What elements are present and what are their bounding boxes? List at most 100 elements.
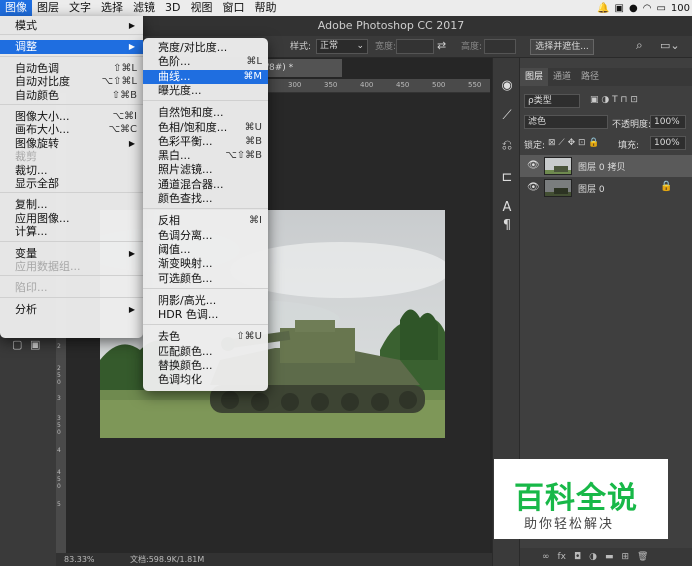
adjust-menu-item[interactable]: 色相/饱和度... ⌘U: [143, 121, 268, 135]
character-icon[interactable]: A: [499, 200, 515, 216]
layer-kind-filter[interactable]: ρ类型: [524, 94, 580, 108]
adjust-menu-item[interactable]: 色阶... ⌘L: [143, 55, 268, 69]
adjust-menu-item[interactable]: 匹配颜色...: [143, 345, 268, 359]
image-menu-item[interactable]: 计算...: [0, 225, 143, 239]
layer-style-icon[interactable]: fx: [558, 552, 567, 562]
menu-3d[interactable]: 3D: [160, 0, 185, 16]
ruler-tick: 5: [57, 501, 61, 508]
height-input[interactable]: [484, 39, 516, 54]
menu-view[interactable]: 视图: [185, 0, 217, 16]
adjust-menu-item[interactable]: 曝光度...: [143, 84, 268, 98]
adjust-menu-item[interactable]: 渐变映射...: [143, 257, 268, 271]
zoom-level[interactable]: 83.33%: [64, 553, 95, 566]
airplay-icon[interactable]: ▭: [656, 3, 665, 14]
eye-icon[interactable]: 👁: [527, 160, 540, 171]
menu-select[interactable]: 选择: [96, 0, 128, 16]
image-menu-item[interactable]: 模式 ▶: [0, 19, 143, 33]
image-menu-item: 裁剪: [0, 150, 143, 164]
swap-icon[interactable]: ⇄: [437, 39, 446, 53]
new-layer-icon[interactable]: ⊞: [622, 552, 630, 562]
lock-icons[interactable]: ⊠ ⟋ ✥ ⊡ 🔒: [548, 138, 600, 154]
menu-image[interactable]: 图像: [0, 0, 32, 16]
adjust-menu-item[interactable]: 色调均化: [143, 373, 268, 387]
search-icon[interactable]: ⌕: [636, 38, 643, 52]
image-menu-item[interactable]: 调整 ▶: [0, 40, 143, 55]
adjust-menu-item[interactable]: 照片滤镜...: [143, 163, 268, 177]
trash-icon[interactable]: 🗑: [637, 552, 648, 562]
image-menu-item[interactable]: 图像旋转 ▶: [0, 137, 143, 151]
crop-icon[interactable]: ⊏: [499, 170, 515, 186]
quickmask-icon[interactable]: ▢: [12, 338, 22, 351]
blend-mode-select[interactable]: 滤色: [524, 115, 608, 129]
adjust-menu-item[interactable]: 自然饱和度...: [143, 106, 268, 120]
adjust-menu-item[interactable]: HDR 色调...: [143, 308, 268, 322]
adjust-menu-item[interactable]: 色调分离...: [143, 229, 268, 243]
adjust-menu-item[interactable]: 色彩平衡... ⌘B: [143, 135, 268, 149]
style-select[interactable]: 正常 ⌄: [316, 39, 368, 54]
menu-window[interactable]: 窗口: [217, 0, 249, 16]
menu-filter[interactable]: 滤镜: [128, 0, 160, 16]
lock-icon[interactable]: 🔒: [660, 181, 672, 192]
adjust-menu-item[interactable]: 反相 ⌘I: [143, 214, 268, 228]
mask-icon[interactable]: ◘: [574, 552, 581, 562]
workspace-icon[interactable]: ▭⌄: [660, 39, 680, 53]
image-menu-item[interactable]: 自动颜色 ⇧⌘B: [0, 89, 143, 103]
width-input[interactable]: [396, 39, 434, 54]
shortcut-hint: ⇧⌘L: [113, 62, 137, 74]
adjust-menu-item[interactable]: 阈值...: [143, 243, 268, 257]
opacity-input[interactable]: 100%: [650, 115, 686, 129]
adjust-menu-item[interactable]: 替换颜色...: [143, 359, 268, 373]
adjust-menu-item[interactable]: 去色 ⇧⌘U: [143, 330, 268, 344]
adjust-menu-item[interactable]: 可选颜色...: [143, 272, 268, 286]
menu-type[interactable]: 文字: [64, 0, 96, 16]
bell-icon[interactable]: 🔔: [597, 3, 609, 14]
image-menu-item[interactable]: 显示全部: [0, 177, 143, 191]
layer-row-base[interactable]: 👁 图层 0 🔒: [520, 177, 692, 199]
menu-separator: [143, 324, 268, 326]
image-menu-item[interactable]: 图像大小... ⌥⌘I: [0, 110, 143, 124]
image-menu-item[interactable]: 画布大小... ⌥⌘C: [0, 123, 143, 137]
document-tab[interactable]: /8#) *: [262, 59, 342, 77]
image-menu-item[interactable]: 自动色调 ⇧⌘L: [0, 62, 143, 76]
wifi-icon[interactable]: ◠: [643, 3, 652, 14]
screen-mode-icon[interactable]: ▣: [30, 338, 40, 351]
adjust-menu-item[interactable]: 黑白... ⌥⇧⌘B: [143, 149, 268, 163]
paragraph-icon[interactable]: ¶: [499, 218, 515, 234]
eye-icon[interactable]: 👁: [527, 182, 540, 193]
adjust-menu-item[interactable]: 颜色查找...: [143, 192, 268, 206]
adjustment-icon[interactable]: ◑: [589, 552, 597, 562]
shortcut-hint: ⌘I: [249, 215, 262, 227]
adjust-menu-item[interactable]: 曲线... ⌘M: [143, 69, 268, 84]
adjust-menu-item[interactable]: 亮度/对比度...: [143, 41, 268, 55]
adjust-menu-item[interactable]: 阴影/高光...: [143, 294, 268, 308]
tab-channels[interactable]: 通道: [548, 68, 576, 86]
history-icon[interactable]: ⎌: [499, 138, 515, 154]
link-layers-icon[interactable]: ∞: [542, 552, 550, 562]
select-and-mask-button[interactable]: 选择并遮住...: [530, 39, 594, 55]
filter-icons[interactable]: ▣ ◑ T ⊓ ⊡: [590, 95, 638, 111]
tab-layers[interactable]: 图层: [520, 68, 549, 86]
image-menu-item[interactable]: 裁切...: [0, 164, 143, 178]
adjust-menu-item-label: 色相/饱和度...: [158, 120, 228, 134]
menu-help[interactable]: 帮助: [249, 0, 281, 16]
fill-input[interactable]: 100%: [650, 136, 686, 150]
brush-panel-icon[interactable]: ⟋: [499, 108, 515, 124]
color-panel-icon[interactable]: ◉: [499, 78, 515, 94]
group-icon[interactable]: ▬: [605, 552, 614, 562]
image-menu-item[interactable]: 复制...: [0, 198, 143, 212]
tab-paths[interactable]: 路径: [576, 68, 604, 86]
app-badge-icon[interactable]: ▣: [615, 3, 624, 14]
image-menu-item[interactable]: 分析 ▶: [0, 303, 143, 317]
menu-separator: [0, 104, 143, 105]
image-menu-item[interactable]: 应用图像...: [0, 212, 143, 226]
image-menu-item[interactable]: 变量 ▶: [0, 247, 143, 261]
menu-separator: [143, 287, 268, 289]
layer-row-copy[interactable]: 👁 图层 0 拷贝: [520, 155, 692, 177]
menu-separator: [0, 296, 143, 298]
doc-size[interactable]: 文档:598.9K/1.81M: [130, 553, 204, 566]
wechat-icon[interactable]: ●: [629, 3, 638, 14]
image-menu-item[interactable]: 自动对比度 ⌥⇧⌘L: [0, 75, 143, 89]
adjust-menu-item[interactable]: 通道混合器...: [143, 178, 268, 192]
menu-layer[interactable]: 图层: [32, 0, 64, 16]
watermark-logo: 百科全说 助你轻松解决: [494, 459, 668, 539]
